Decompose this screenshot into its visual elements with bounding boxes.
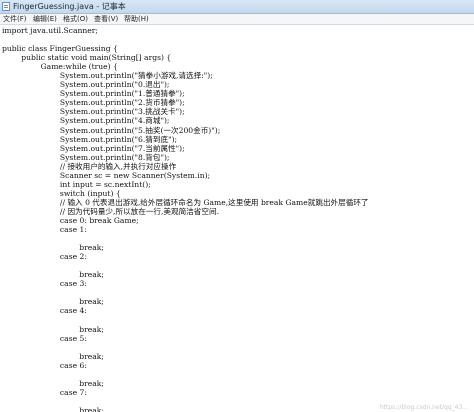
code-line: switch (input) { [2,188,121,198]
code-line: break; [2,324,104,334]
code-line: break; [2,405,104,412]
code-line: Scanner sc = new Scanner(System.in); [2,170,211,180]
menu-view[interactable]: 查看(V) [94,14,118,24]
notepad-icon [2,2,10,11]
code-line: case 2: [2,252,87,262]
code-line: case 4: [2,306,87,316]
code-line: System.out.println("猜拳小游戏,请选择:"); [2,71,213,81]
title-bar[interactable]: FingerGuessing.java - 记事本 [0,0,474,14]
code-line: break; [2,297,104,307]
menu-help[interactable]: 帮助(H) [124,14,149,24]
code-line: break; [2,243,104,253]
text-editor[interactable]: import java.util.Scanner; public class Fi… [0,25,474,412]
code-line: break; [2,378,104,388]
code-line: import java.util.Scanner; [2,26,98,35]
menu-file[interactable]: 文件(F) [3,14,27,24]
code-line: System.out.println("6.猜到底"); [2,134,178,144]
watermark: https://blog.csdn.net/qq_43... [379,404,468,411]
code-text: import java.util.Scanner; public class Fi… [2,26,369,412]
code-line: // 因为代码量少,所以放在一行,美观简洁省空间. [2,206,219,216]
menu-edit[interactable]: 编辑(E) [33,14,57,24]
code-line: case 5: [2,333,87,343]
code-line: case 0: break Game; [2,215,139,225]
code-line: // 输入 0 代表退出游戏,给外层循环命名为 Game,这里使用 break … [2,197,369,207]
code-line: break; [2,351,104,361]
code-line: public static void main(String[] args) { [2,53,172,63]
code-line: case 1: [2,225,87,235]
code-line: System.out.println("5.抽奖(一次200金币)"); [2,125,221,135]
code-line: System.out.println("4.商城"); [2,116,170,126]
code-line: System.out.println("8.背包"); [2,152,170,162]
code-line: System.out.println("0.退出"); [2,80,170,90]
code-line: public class FingerGuessing { [2,44,118,54]
code-line: System.out.println("7.当前属性"); [2,143,185,153]
code-line: case 3: [2,279,87,289]
code-line: break; [2,270,104,280]
menu-format[interactable]: 格式(O) [63,14,88,24]
code-line: int input = sc.nextInt(); [2,179,151,189]
window-title: FingerGuessing.java - 记事本 [13,2,126,11]
menu-bar: 文件(F) 编辑(E) 格式(O) 查看(V) 帮助(H) [0,14,474,25]
code-line: case 7: [2,387,87,397]
code-line: case 6: [2,360,87,370]
code-line: Game:while (true) { [2,62,118,72]
code-line: // 接收用户的输入,并执行对应操作 [2,161,177,171]
